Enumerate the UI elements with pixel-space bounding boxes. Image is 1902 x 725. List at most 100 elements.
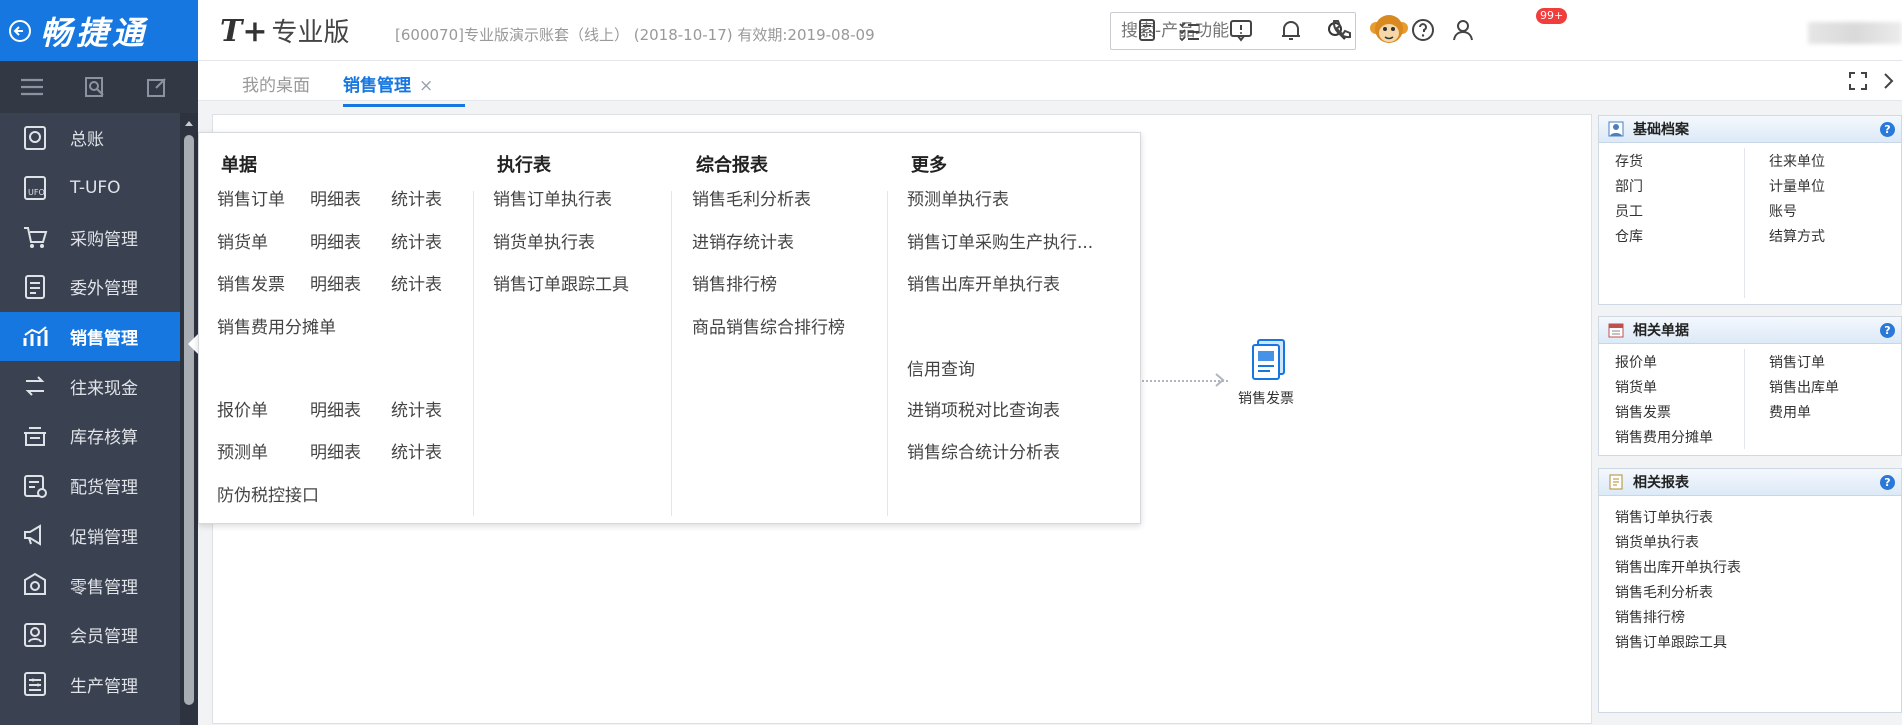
menu-link[interactable]: 销售订单执行表 — [493, 185, 612, 210]
sidebar-item-label: 零售管理 — [70, 577, 138, 598]
panel-link[interactable]: 销售订单跟踪工具 — [1615, 632, 1727, 652]
sidebar-scrollbar[interactable] — [180, 113, 198, 725]
panel-link[interactable]: 销售订单执行表 — [1615, 507, 1713, 527]
menu-link[interactable]: 销货单 — [217, 228, 268, 253]
menu-link[interactable]: 统计表 — [391, 438, 442, 463]
sidebar-item-7[interactable]: 配货管理 — [0, 461, 180, 511]
sidebar-item-5[interactable]: 往来现金 — [0, 361, 180, 411]
cash-flow-icon — [25, 376, 45, 396]
edit-icon[interactable] — [145, 75, 169, 99]
menu-link[interactable]: 明细表 — [310, 396, 361, 421]
monkey-avatar-icon[interactable] — [1368, 8, 1410, 50]
menu-link[interactable]: 明细表 — [310, 438, 361, 463]
panel-link[interactable]: 销货单 — [1615, 377, 1657, 397]
sidebar-item-0[interactable]: 总账 — [0, 113, 180, 163]
panel-link[interactable]: 存货 — [1615, 151, 1643, 171]
help-badge-icon[interactable]: ? — [1880, 122, 1895, 137]
panel-link[interactable]: 费用单 — [1769, 402, 1811, 422]
panel-link[interactable]: 部门 — [1615, 176, 1643, 196]
menu-link[interactable]: 销售发票 — [217, 270, 285, 295]
sidebar-item-2[interactable]: 采购管理 — [0, 212, 180, 262]
panel-link[interactable]: 计量单位 — [1769, 176, 1825, 196]
menu-link[interactable]: 销售出库开单执行表 — [907, 270, 1060, 295]
menu-link[interactable]: 销售综合统计分析表 — [907, 438, 1060, 463]
menu-link[interactable]: 进销存统计表 — [692, 228, 794, 253]
sidebar-toolbar — [0, 61, 198, 113]
menu-link[interactable]: 商品销售综合排行榜 — [692, 313, 845, 338]
basic-archive-title: 基础档案 — [1633, 122, 1689, 138]
member-icon — [24, 622, 46, 647]
sidebar-item-4[interactable]: 销售管理 — [0, 311, 180, 362]
menu-link[interactable]: 统计表 — [391, 185, 442, 210]
panel-link[interactable]: 仓库 — [1615, 226, 1643, 246]
menu-link[interactable]: 进销项税对比查询表 — [907, 396, 1060, 421]
sales-invoice-icon[interactable] — [1250, 338, 1288, 382]
menu-link[interactable]: 销售排行榜 — [692, 270, 777, 295]
panel-link[interactable]: 销售毛利分析表 — [1615, 582, 1713, 602]
tab-sales-management[interactable]: 销售管理 × — [343, 71, 465, 107]
workflow-node-label[interactable]: 销售发票 — [1238, 388, 1294, 408]
menu-link[interactable]: 统计表 — [391, 228, 442, 253]
panel-link[interactable]: 结算方式 — [1769, 226, 1825, 246]
sidebar-item-label: 会员管理 — [70, 627, 138, 648]
panel-link[interactable]: 销售费用分摊单 — [1615, 427, 1713, 447]
sidebar-item-label: 销售管理 — [70, 329, 138, 350]
product-edition: 专业版 — [271, 18, 350, 48]
menu-link[interactable]: 销售费用分摊单 — [217, 313, 336, 338]
fullscreen-icon[interactable] — [1848, 71, 1868, 91]
tab-my-desktop[interactable]: 我的桌面 — [242, 71, 310, 96]
panel-link[interactable]: 销售出库单 — [1769, 377, 1839, 397]
menu-link[interactable]: 销售订单跟踪工具 — [493, 270, 629, 295]
phone-icon[interactable] — [1328, 17, 1354, 43]
task-list-icon[interactable] — [1176, 17, 1202, 43]
menu-link[interactable]: 销售毛利分析表 — [692, 185, 811, 210]
panel-link[interactable]: 销货单执行表 — [1615, 532, 1699, 552]
calculator-icon[interactable] — [1134, 17, 1160, 43]
sidebar-item-8[interactable]: 促销管理 — [0, 511, 180, 561]
ledger-icon — [24, 125, 46, 150]
menu-link[interactable]: 明细表 — [310, 185, 361, 210]
message-icon[interactable] — [1228, 17, 1254, 43]
scrollbar-thumb[interactable] — [184, 135, 194, 705]
menu-icon[interactable] — [19, 76, 45, 98]
menu-link[interactable]: 统计表 — [391, 396, 442, 421]
panel-link[interactable]: 销售订单 — [1769, 352, 1825, 372]
panel-link[interactable]: 账号 — [1769, 201, 1797, 221]
app-logo[interactable]: 畅捷通 — [0, 0, 198, 61]
menu-link[interactable]: 明细表 — [310, 270, 361, 295]
panel-link[interactable]: 员工 — [1615, 201, 1643, 221]
menu-link[interactable]: 销售订单采购生产执行... — [907, 228, 1093, 253]
panel-link[interactable]: 报价单 — [1615, 352, 1657, 372]
menu-link[interactable]: 报价单 — [217, 396, 268, 421]
user-icon[interactable] — [1450, 17, 1476, 43]
bell-icon[interactable] — [1278, 17, 1304, 43]
search-doc-icon[interactable] — [83, 75, 107, 99]
panel-link[interactable]: 销售排行榜 — [1615, 607, 1685, 627]
sidebar-item-9[interactable]: 零售管理 — [0, 560, 180, 610]
sidebar-item-11[interactable]: 生产管理 — [0, 660, 180, 710]
tab-close-icon[interactable]: × — [419, 76, 433, 96]
menu-link[interactable]: 销售订单 — [217, 185, 285, 210]
sidebar-item-6[interactable]: 库存核算 — [0, 411, 180, 461]
product-brand: T+ 专业版 — [220, 12, 349, 49]
help-badge-icon[interactable]: ? — [1880, 323, 1895, 338]
sidebar-item-10[interactable]: 会员管理 — [0, 610, 180, 660]
menu-link[interactable]: 明细表 — [310, 228, 361, 253]
menu-link[interactable]: 信用查询 — [907, 355, 975, 380]
menu-link[interactable]: 预测单 — [217, 438, 268, 463]
help-badge-icon[interactable]: ? — [1880, 475, 1895, 490]
back-arrow-icon[interactable] — [8, 19, 32, 43]
sidebar-item-1[interactable]: UFO T-UFO — [0, 163, 180, 213]
sidebar-item-3[interactable]: 委外管理 — [0, 262, 180, 312]
menu-link[interactable]: 统计表 — [391, 270, 442, 295]
menu-link[interactable]: 销货单执行表 — [493, 228, 595, 253]
menu-link[interactable]: 预测单执行表 — [907, 185, 1009, 210]
panel-link[interactable]: 销售发票 — [1615, 402, 1671, 422]
help-icon[interactable] — [1410, 17, 1436, 43]
sidebar-nav: 总账 UFO T-UFO 采购管理 委外管理销售管理往来现金 库存核算 配货管理 促销管理零售… — [0, 113, 198, 709]
panel-link[interactable]: 往来单位 — [1769, 151, 1825, 171]
scroll-up-arrow-icon[interactable] — [183, 117, 195, 129]
panel-link[interactable]: 销售出库开单执行表 — [1615, 557, 1741, 577]
chevron-right-icon[interactable] — [1882, 71, 1896, 91]
menu-link[interactable]: 防伪税控接口 — [217, 481, 319, 506]
